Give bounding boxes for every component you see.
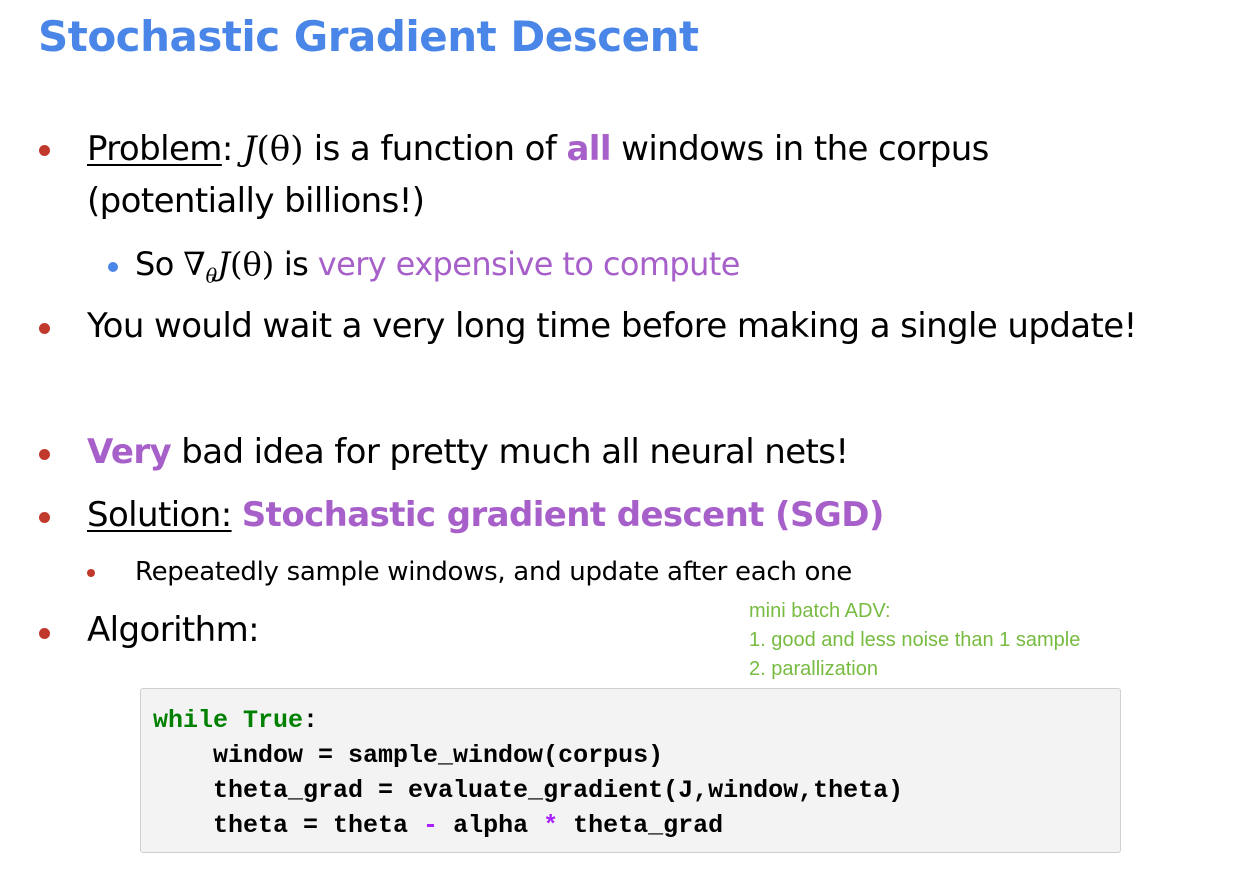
mini-batch-note: mini batch ADV: 1. good and less noise t…	[749, 597, 1080, 684]
slide-title: Stochastic Gradient Descent	[38, 12, 699, 61]
problem-line-2: (potentially billions!)	[87, 181, 425, 221]
bullet-marker	[39, 323, 50, 334]
problem-label: Problem	[87, 129, 222, 169]
emphasis-all: all	[566, 129, 611, 169]
code-line-1: while True:	[153, 706, 319, 735]
problem-text-2: windows in the corpus	[621, 129, 989, 169]
so-text: So	[135, 245, 174, 283]
math-gradient: ∇θJ(θ)	[183, 245, 275, 288]
math-j-theta: J(θ)	[242, 129, 304, 169]
solution-label: Solution:	[87, 495, 232, 535]
sub-bullet-gradient: So ∇θJ(θ) is very expensive to compute	[135, 245, 740, 287]
note-line-3: 2. parallization	[749, 658, 878, 680]
note-line-2: 1. good and less noise than 1 sample	[749, 629, 1081, 651]
bullet-marker	[39, 628, 50, 639]
bullet-marker	[39, 512, 50, 523]
very-bad-line: Very bad idea for pretty much all neural…	[87, 432, 849, 472]
problem-line-1: Problem: J(θ) is a function of all windo…	[87, 129, 989, 169]
solution-line: Solution: Stochastic gradient descent (S…	[87, 495, 884, 535]
is-text: is	[283, 245, 309, 283]
problem-colon: :	[221, 129, 233, 169]
emphasis-expensive: very expensive to compute	[317, 245, 741, 283]
repeat-line: Repeatedly sample windows, and update af…	[135, 557, 852, 587]
algorithm-line: Algorithm:	[87, 610, 260, 650]
bullet-marker	[39, 449, 50, 460]
code-line-2: window = sample_window(corpus)	[153, 741, 664, 770]
code-block: while True: window = sample_window(corpu…	[140, 688, 1121, 853]
sub-bullet-marker	[108, 262, 118, 272]
problem-text-1: is a function of	[313, 129, 557, 169]
bullet-marker	[39, 145, 50, 156]
emphasis-sgd: Stochastic gradient descent (SGD)	[241, 495, 885, 535]
wait-line: You would wait a very long time before m…	[87, 306, 1137, 346]
sub-bullet-marker	[87, 569, 95, 577]
very-bad-text: bad idea for pretty much all neural nets…	[181, 432, 849, 472]
note-line-1: mini batch ADV:	[749, 600, 891, 622]
code-line-4: theta = theta - alpha * theta_grad	[153, 811, 724, 840]
emphasis-very: Very	[87, 432, 172, 472]
code-line-3: theta_grad = evaluate_gradient(J,window,…	[153, 776, 904, 805]
